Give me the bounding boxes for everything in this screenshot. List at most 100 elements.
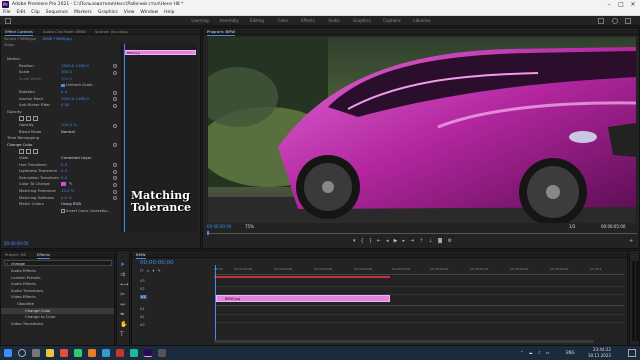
- premiere-taskbar-icon[interactable]: [144, 349, 152, 357]
- workspace-captions[interactable]: Captions: [380, 16, 404, 26]
- track-header-a3[interactable]: A3: [140, 323, 145, 327]
- slip-tool-icon[interactable]: ↔: [120, 301, 125, 308]
- search-icon[interactable]: [18, 349, 26, 357]
- property-row[interactable]: Matching Softness 0.0 %: [1, 195, 121, 202]
- tree-item[interactable]: Audio Effects: [1, 268, 114, 275]
- property-row[interactable]: Scale Width 100.0: [1, 76, 121, 83]
- program-timecode-current[interactable]: 00:00:00:00: [207, 224, 231, 229]
- source-label[interactable]: Source * BMW.jpg: [4, 37, 36, 41]
- property-row[interactable]: Opacity: [1, 109, 121, 116]
- effect-clip-bar[interactable]: BMW.jpg: [124, 50, 196, 55]
- mark-in-icon[interactable]: {: [361, 238, 369, 244]
- tree-item[interactable]: Lumetri Presets: [1, 275, 114, 282]
- timeline-timecode[interactable]: 00:00:00:00: [140, 260, 174, 266]
- home-icon[interactable]: [5, 18, 11, 24]
- mask-pen-icon[interactable]: [33, 116, 38, 122]
- export-frame-icon[interactable]: ◙: [438, 238, 448, 244]
- property-row[interactable]: Lightness Transform 0.0: [1, 168, 121, 175]
- property-row[interactable]: Scale 100.0: [1, 69, 121, 76]
- tab-sequence-bmw[interactable]: BMW: [136, 251, 146, 259]
- property-row[interactable]: Motion: [1, 56, 121, 63]
- tab-effect-controls[interactable]: Effect Controls: [5, 28, 33, 36]
- clock[interactable]: 23:44:22 30.11.2023: [588, 347, 611, 358]
- fullscreen-icon[interactable]: [625, 18, 631, 24]
- go-to-in-icon[interactable]: ⇤: [377, 238, 386, 244]
- sequence-label[interactable]: BMW * BMW.jpg: [43, 37, 72, 41]
- mask-ellipse-icon[interactable]: [19, 116, 24, 122]
- color-swatch[interactable]: [61, 182, 66, 187]
- menu-clip[interactable]: Clip: [31, 9, 40, 16]
- menu-help[interactable]: Help: [164, 9, 174, 16]
- effect-controls-timecode[interactable]: 00:00:00:00: [4, 241, 28, 246]
- mark-out-icon[interactable]: }: [369, 238, 377, 244]
- mask-ellipse-icon[interactable]: [19, 149, 24, 155]
- menu-view[interactable]: View: [124, 9, 135, 16]
- file-explorer-icon[interactable]: [46, 349, 54, 357]
- track-header-v1[interactable]: V1: [140, 295, 147, 299]
- property-row[interactable]: Rotation 0.0: [1, 89, 121, 96]
- tree-item[interactable]: Obsolete: [1, 301, 114, 308]
- tree-item[interactable]: Audio Transitions: [1, 288, 114, 295]
- tab-audio-clip-mixer[interactable]: Audio Clip Mixer: BMW: [43, 28, 86, 35]
- menu-sequence[interactable]: Sequence: [46, 9, 68, 16]
- timeline-settings-icon[interactable]: ✎: [157, 268, 163, 273]
- property-row[interactable]: Change Color: [1, 142, 121, 149]
- firefox-icon[interactable]: [88, 349, 96, 357]
- property-row[interactable]: Blend Mode Normal: [1, 129, 121, 136]
- timeline-scrollbar[interactable]: [214, 340, 594, 343]
- workspace-editing[interactable]: Editing: [246, 16, 268, 26]
- effects-search-input[interactable]: ⌕ change: [4, 260, 112, 266]
- app-icon[interactable]: [130, 349, 138, 357]
- tab-source[interactable]: Source: (no clips): [95, 28, 128, 35]
- mask-pen-icon[interactable]: [33, 149, 38, 155]
- track-select-tool-icon[interactable]: ⇉: [120, 271, 125, 278]
- add-marker-icon[interactable]: ▾: [353, 238, 361, 244]
- opera-icon[interactable]: [60, 349, 68, 357]
- workspace-assembly[interactable]: Assembly: [216, 16, 242, 26]
- menu-markers[interactable]: Markers: [74, 9, 92, 16]
- hand-tool-icon[interactable]: ✋: [120, 321, 127, 328]
- pen-tool-icon[interactable]: ✒: [120, 311, 125, 318]
- add-button-icon[interactable]: +: [629, 238, 633, 244]
- property-row[interactable]: Color To Change ✎: [1, 181, 121, 188]
- selection-tool-icon[interactable]: ➤: [120, 261, 125, 268]
- property-row[interactable]: Anchor Point 1920.0 1080.0: [1, 96, 121, 103]
- timeline-playhead[interactable]: [215, 265, 216, 343]
- help-icon[interactable]: [612, 18, 618, 24]
- minimize-button[interactable]: –: [604, 1, 614, 8]
- menu-file[interactable]: File: [3, 9, 11, 16]
- track-header-a1[interactable]: A1: [140, 307, 145, 311]
- property-row[interactable]: Opacity 100.0 %: [1, 122, 121, 129]
- settings-icon[interactable]: ⚙: [447, 238, 456, 244]
- property-row[interactable]: Match Colors Using RGB: [1, 201, 121, 208]
- video-frame[interactable]: [208, 37, 636, 223]
- language-indicator[interactable]: ENG: [566, 350, 575, 355]
- tray-icons[interactable]: ⌃ ☁ ♪ ▭: [520, 350, 552, 355]
- eyedropper-icon[interactable]: ✎: [69, 181, 72, 188]
- task-view-icon[interactable]: [32, 349, 40, 357]
- tab-program[interactable]: Program: BMW: [207, 28, 236, 36]
- tree-item[interactable]: Change to Color: [1, 314, 114, 321]
- track-header-v2[interactable]: V2: [140, 287, 145, 291]
- extract-icon[interactable]: ⇣: [428, 238, 437, 244]
- timeline-ruler[interactable]: 00:00 00:00:01:00 00:00:02:00 00:00:03:0…: [214, 265, 624, 275]
- menu-window[interactable]: Window: [140, 9, 158, 16]
- youtube-icon[interactable]: [116, 349, 124, 357]
- lift-icon[interactable]: ⇡: [419, 238, 428, 244]
- mask-rect-icon[interactable]: [26, 149, 31, 155]
- share-icon[interactable]: [598, 18, 604, 24]
- notifications-icon[interactable]: [628, 349, 636, 357]
- go-to-out-icon[interactable]: ⇥: [410, 238, 419, 244]
- property-row[interactable]: View Corrected Layer: [1, 155, 121, 162]
- property-row[interactable]: Time Remapping: [1, 135, 121, 142]
- track-header-v3[interactable]: V3: [140, 279, 145, 283]
- start-icon[interactable]: [4, 349, 12, 357]
- tab-project[interactable]: Project: Н8: [5, 251, 26, 258]
- tree-item-selected[interactable]: Change Color: [1, 307, 114, 315]
- property-row[interactable]: Invert Color Correctio...: [1, 208, 121, 215]
- step-forward-icon[interactable]: ▸: [402, 238, 410, 244]
- menu-graphics[interactable]: Graphics: [98, 9, 118, 16]
- timeline-clip[interactable]: BMW.jpg: [216, 295, 390, 302]
- chrome-icon[interactable]: [74, 349, 82, 357]
- workspace-effects[interactable]: Effects: [298, 16, 318, 26]
